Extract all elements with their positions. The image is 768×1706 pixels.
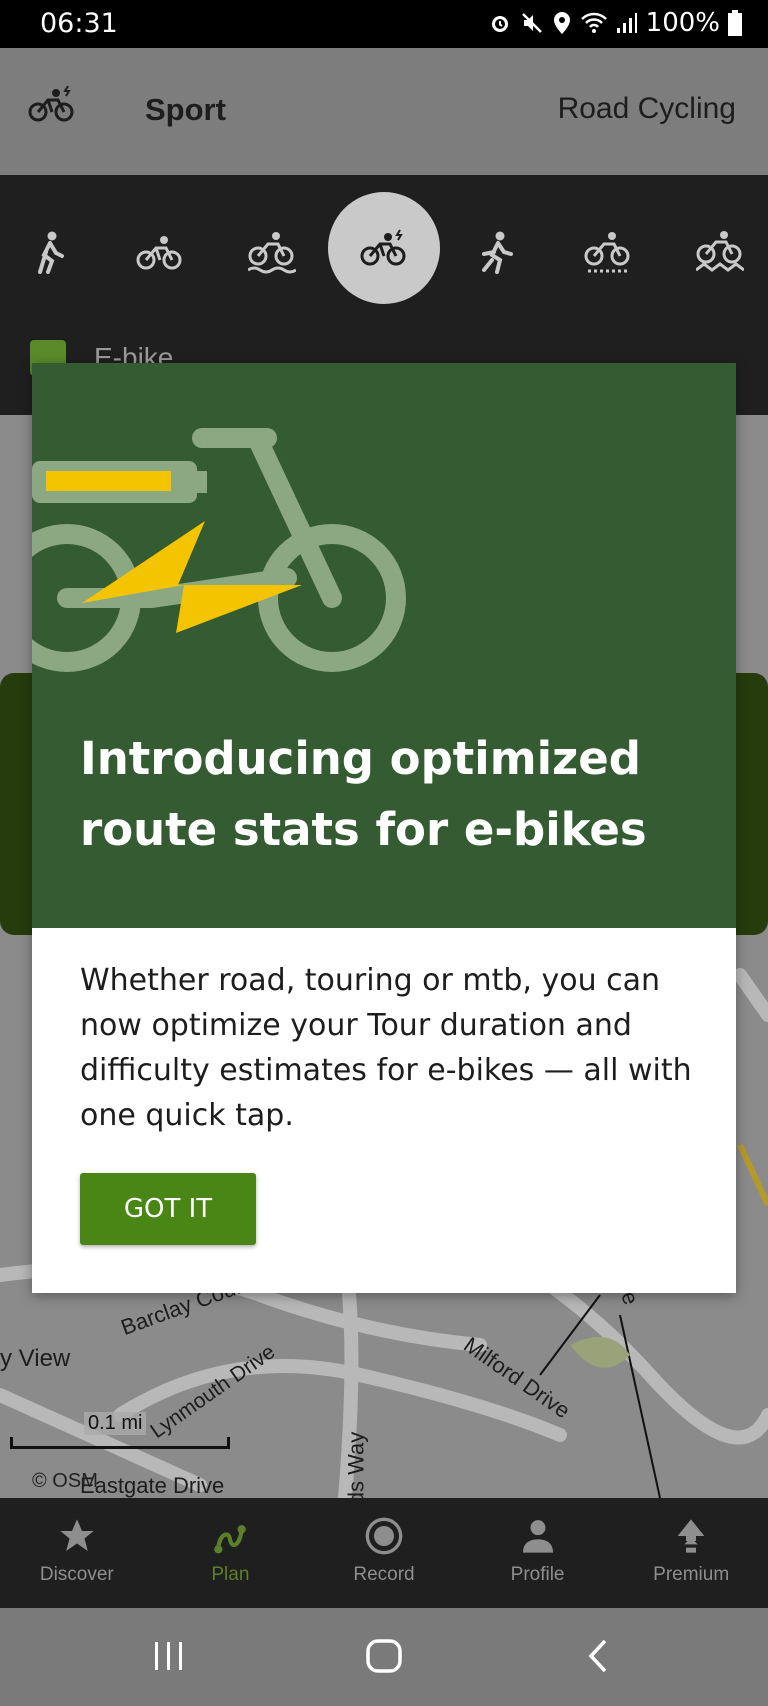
enduro-bike-icon[interactable] bbox=[680, 217, 760, 287]
ebike-illustration-icon bbox=[32, 428, 406, 672]
nav-record-label: Record bbox=[353, 1564, 415, 1585]
record-icon bbox=[365, 1517, 403, 1555]
map-attribution[interactable]: © OSM bbox=[32, 1470, 98, 1493]
status-icons: 100% bbox=[488, 8, 742, 38]
home-icon[interactable] bbox=[365, 1638, 403, 1674]
bike-touring-icon[interactable] bbox=[120, 217, 200, 287]
map-scale-bar bbox=[10, 1437, 230, 1449]
sport-selector[interactable]: Sport Road Cycling bbox=[0, 48, 768, 175]
nav-profile[interactable]: Profile bbox=[461, 1498, 615, 1608]
map-scale-label: 0.1 mi bbox=[84, 1412, 147, 1435]
recent-apps-icon[interactable] bbox=[152, 1638, 186, 1674]
nav-plan-label: Plan bbox=[211, 1564, 250, 1585]
mute-icon bbox=[521, 13, 542, 33]
premium-icon bbox=[677, 1519, 705, 1553]
nav-plan[interactable]: Plan bbox=[154, 1498, 308, 1608]
running-icon[interactable] bbox=[456, 217, 536, 287]
battery-icon bbox=[728, 10, 742, 36]
status-bar: 06:31 100% bbox=[0, 0, 768, 48]
nav-discover-label: Discover bbox=[39, 1564, 114, 1585]
signal-icon bbox=[616, 13, 637, 33]
system-navigation bbox=[0, 1608, 768, 1706]
location-icon bbox=[553, 12, 570, 34]
nav-premium-label: Premium bbox=[653, 1564, 730, 1585]
map-label-view: y View bbox=[0, 1345, 71, 1372]
route-icon bbox=[214, 1525, 247, 1554]
nav-premium[interactable]: Premium bbox=[614, 1498, 768, 1608]
gravel-bike-icon[interactable] bbox=[568, 217, 648, 287]
road-ebike-icon[interactable] bbox=[328, 192, 440, 304]
mountain-bike-icon[interactable] bbox=[232, 217, 312, 287]
map-label-eastgate: Eastgate Drive bbox=[80, 1473, 225, 1498]
map-label-way: ds Way bbox=[343, 1431, 369, 1498]
bottom-navigation: Discover Plan Record Profile Premium bbox=[0, 1498, 768, 1608]
alarm-icon bbox=[491, 16, 508, 32]
nav-discover[interactable]: Discover bbox=[0, 1498, 154, 1608]
ebike-icon bbox=[28, 85, 74, 122]
nav-record[interactable]: Record bbox=[307, 1498, 461, 1608]
back-icon[interactable] bbox=[586, 1638, 610, 1674]
got-it-button[interactable]: GOT IT bbox=[80, 1173, 256, 1245]
dialog-hero: Introducing optimized route stats for e-… bbox=[32, 363, 736, 928]
wifi-icon bbox=[580, 12, 607, 33]
battery-percent: 100% bbox=[645, 8, 720, 38]
person-icon bbox=[522, 1520, 553, 1553]
hiking-icon[interactable] bbox=[10, 217, 90, 287]
star-icon bbox=[60, 1519, 94, 1551]
dialog-body: Whether road, touring or mtb, you can no… bbox=[80, 963, 692, 1133]
dialog-title: Introducing optimized route stats for e-… bbox=[80, 732, 647, 856]
status-time: 06:31 bbox=[40, 8, 118, 39]
sport-value[interactable]: Road Cycling bbox=[558, 92, 736, 126]
nav-profile-label: Profile bbox=[510, 1564, 565, 1585]
ebike-intro-dialog: Introducing optimized route stats for e-… bbox=[32, 363, 736, 1293]
sport-label: Sport bbox=[145, 92, 226, 127]
